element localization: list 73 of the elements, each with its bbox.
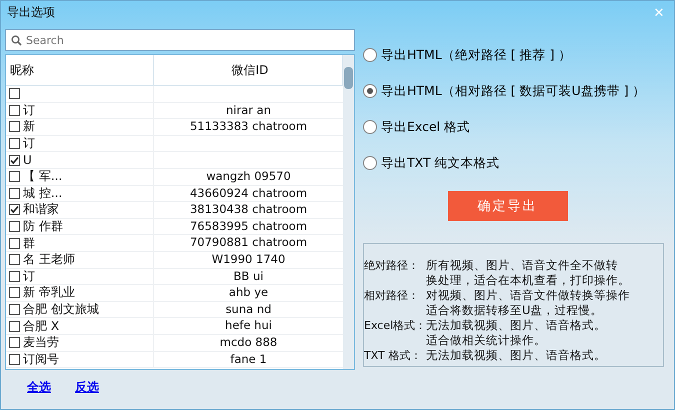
table-cell: W1990 1740	[212, 252, 286, 266]
window-title: 导出选项	[7, 4, 55, 20]
table-cell: 订	[23, 268, 35, 284]
note-text: 对视频、图片、语音文件做转换等操作	[426, 288, 631, 303]
radio-option[interactable]: 导出Excel 格式	[363, 109, 664, 145]
checkbox[interactable]	[9, 204, 20, 216]
checkbox[interactable]	[9, 238, 20, 249]
note-term: TXT 格式：	[364, 348, 422, 363]
table-cell: 43660924 chatroom	[190, 186, 308, 200]
table-cell: 合肥 X	[23, 318, 60, 334]
checkbox[interactable]	[9, 154, 20, 166]
checkbox[interactable]	[9, 354, 20, 365]
radio-button[interactable]	[363, 120, 377, 134]
note-term: 相对路径：	[364, 288, 420, 304]
table-cell: 城 控...	[23, 186, 62, 202]
note-term: Excel格式：	[364, 318, 426, 334]
checkbox[interactable]	[9, 171, 20, 182]
table-cell: 新	[23, 119, 35, 135]
table-cell: hefe hui	[225, 318, 272, 332]
table-cell: 麦当劳	[23, 334, 59, 350]
table-cell: 名 王老师	[23, 252, 75, 268]
checkbox[interactable]	[9, 287, 20, 298]
checkbox[interactable]	[9, 88, 20, 100]
radio-option[interactable]: 导出HTML（相对路径 [ 数据可装U盘携带 ] ）	[363, 73, 664, 109]
table-cell: 合肥 创文旅城	[23, 302, 99, 318]
table-cell: suna nd	[226, 302, 272, 316]
table-cell: 群	[23, 235, 35, 251]
radio-option[interactable]: 导出TXT 纯文本格式	[363, 145, 664, 181]
checkbox[interactable]	[9, 320, 20, 332]
radio-button[interactable]	[363, 84, 377, 98]
note-text: 换处理，适合在本机查看，打印操作。	[426, 273, 631, 288]
table-cell: 订阅号	[23, 352, 59, 368]
note-text: 适合做相关统计操作。	[426, 333, 547, 348]
checkbox[interactable]	[9, 104, 20, 116]
search-field[interactable]: Search	[5, 29, 355, 51]
note-term: 绝对路径：	[364, 258, 420, 274]
table-cell: fane 1	[230, 352, 267, 366]
scrollbar[interactable]	[343, 55, 354, 369]
radio-button[interactable]	[363, 156, 377, 170]
table-cell: 和谐家	[23, 202, 59, 218]
checkbox[interactable]	[9, 188, 20, 199]
table-cell: nirar an	[226, 102, 271, 117]
table-cell: 76583995 chatroom	[190, 218, 308, 233]
table-cell: mcdo 888	[220, 334, 278, 349]
table-cell: 新 帝乳业	[23, 285, 75, 301]
note-text: 无法加载视频、图片、语音格式。	[426, 318, 607, 333]
note-text: 所有视频、图片、语音文件全不做转	[426, 258, 619, 273]
checkbox[interactable]	[9, 254, 20, 266]
column-header[interactable]: 昵称	[6, 55, 154, 85]
table-cell: BB ui	[234, 268, 264, 283]
table-cell: 防 作群	[23, 218, 63, 234]
radio-button[interactable]	[363, 48, 377, 62]
table-cell: 【 军...	[23, 168, 62, 185]
table-cell: ahb ye	[228, 285, 268, 300]
checkbox[interactable]	[9, 304, 20, 316]
checkbox[interactable]	[9, 121, 20, 132]
table-cell: 订	[23, 102, 35, 118]
link[interactable]: 全选	[27, 379, 51, 396]
checkbox[interactable]	[9, 138, 20, 150]
checkbox[interactable]	[9, 337, 20, 348]
table-cell: 订	[23, 136, 35, 152]
table-cell: 70790881 chatroom	[190, 235, 308, 250]
note-text: 适合将数据转移至U盘，过程慢。	[426, 303, 604, 318]
checkbox[interactable]	[9, 270, 20, 282]
link[interactable]: 反选	[75, 379, 99, 396]
table-cell: 51133383 chatroom	[190, 119, 308, 134]
radio-option[interactable]: 导出HTML（绝对路径 [ 推荐 ] ）	[363, 37, 664, 73]
search-icon	[11, 35, 22, 46]
checkbox[interactable]	[9, 221, 20, 232]
note-text: 无法加载视频、图片、语音格式。	[426, 348, 607, 363]
table-cell: wangzh 09570	[206, 168, 291, 183]
table-cell: 38130438 chatroom	[190, 202, 308, 216]
table-cell: U	[23, 153, 32, 168]
